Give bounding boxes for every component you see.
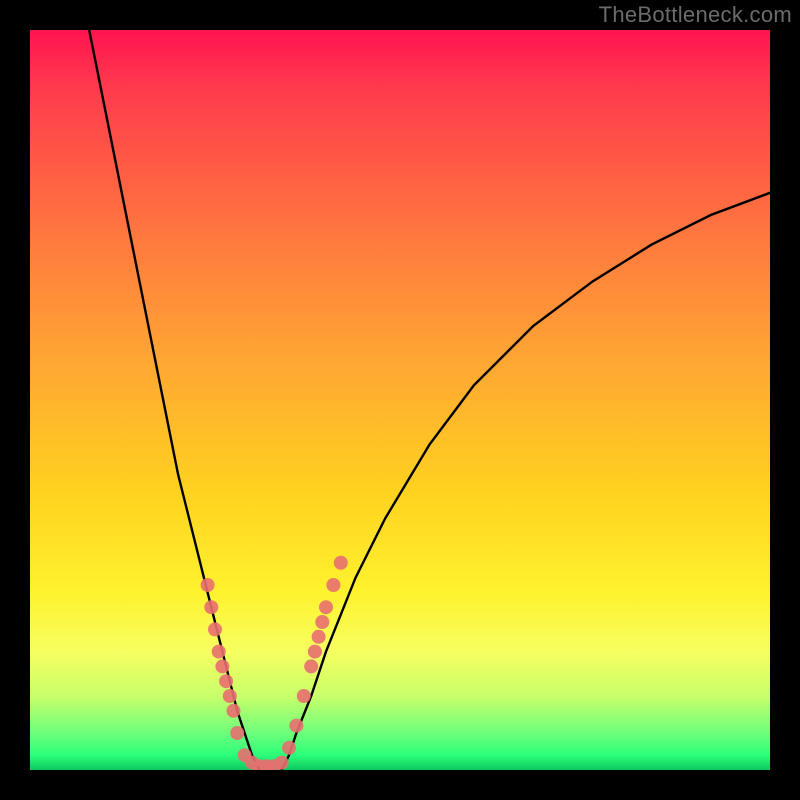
data-marker [334, 556, 348, 570]
data-marker [204, 600, 218, 614]
data-marker [223, 689, 237, 703]
data-marker [212, 645, 226, 659]
data-marker [297, 689, 311, 703]
data-marker [304, 659, 318, 673]
curve-left-branch [89, 30, 259, 770]
curve-right-branch [282, 193, 770, 770]
data-marker [326, 578, 340, 592]
data-marker [282, 741, 296, 755]
bottleneck-curve [30, 30, 770, 770]
data-marker [215, 659, 229, 673]
plot-area [30, 30, 770, 770]
watermark-text: TheBottleneck.com [599, 2, 792, 28]
data-marker [219, 674, 233, 688]
chart-frame: TheBottleneck.com [0, 0, 800, 800]
data-marker [308, 645, 322, 659]
data-marker [201, 578, 215, 592]
data-marker [289, 719, 303, 733]
data-marker [230, 726, 244, 740]
data-marker [227, 704, 241, 718]
data-marker [275, 756, 289, 770]
data-marker [315, 615, 329, 629]
data-marker [319, 600, 333, 614]
data-marker [312, 630, 326, 644]
data-marker [208, 622, 222, 636]
